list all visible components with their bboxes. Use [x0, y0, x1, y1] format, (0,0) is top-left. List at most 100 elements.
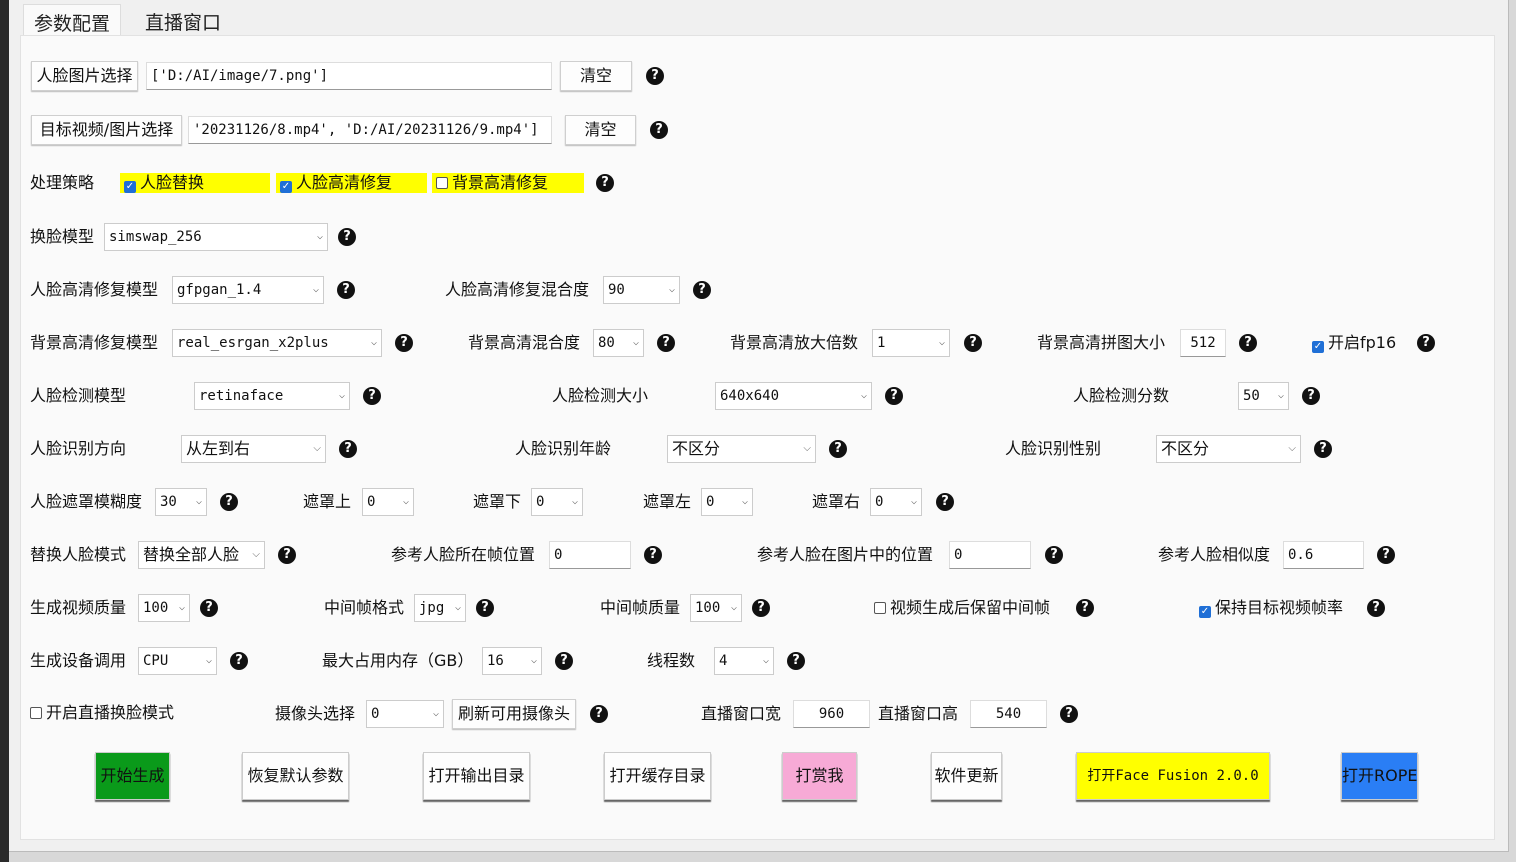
- recog-dir-select[interactable]: 从左到右 ⌵: [181, 435, 326, 463]
- help-icon[interactable]: ?: [363, 387, 381, 405]
- chevron-down-icon: ⌵: [1277, 390, 1284, 401]
- threads-select[interactable]: 4 ⌵: [714, 647, 774, 675]
- help-icon[interactable]: ?: [936, 493, 954, 511]
- help-icon[interactable]: ?: [278, 546, 296, 564]
- face-image-clear-button[interactable]: 清空: [560, 61, 632, 91]
- help-icon[interactable]: ?: [220, 493, 238, 511]
- help-icon[interactable]: ?: [230, 652, 248, 670]
- frame-quality-select[interactable]: 100 ⌵: [690, 594, 742, 622]
- chevron-down-icon: ⌵: [668, 284, 675, 295]
- bg-enhance-model-select[interactable]: real_esrgan_x2plus ⌵: [172, 329, 382, 357]
- help-icon[interactable]: ?: [596, 174, 614, 192]
- video-quality-select[interactable]: 100 ⌵: [138, 594, 190, 622]
- help-icon[interactable]: ?: [657, 334, 675, 352]
- software-update-button[interactable]: 软件更新: [931, 752, 1002, 800]
- background-window-edge: [0, 0, 9, 862]
- mask-bottom-select[interactable]: 0 ⌵: [531, 488, 583, 516]
- bg-enhance-checkbox[interactable]: 背景高清修复: [432, 173, 584, 193]
- select-value: 0: [536, 494, 545, 510]
- target-input[interactable]: '20231126/8.mp4', 'D:/AI/20231126/9.mp4'…: [188, 116, 552, 144]
- detect-size-select[interactable]: 640x640 ⌵: [715, 382, 872, 410]
- start-generate-button[interactable]: 开始生成: [95, 752, 170, 800]
- ref-frame-input[interactable]: 0: [549, 541, 631, 569]
- face-enhance-checkbox[interactable]: ✓ 人脸高清修复: [276, 173, 427, 193]
- live-width-input[interactable]: 960: [793, 700, 870, 728]
- target-clear-button[interactable]: 清空: [565, 115, 636, 145]
- bg-tile-label: 背景高清拼图大小: [1037, 333, 1166, 352]
- mask-top-select[interactable]: 0 ⌵: [362, 488, 414, 516]
- help-icon[interactable]: ?: [644, 546, 662, 564]
- keep-frames-checkbox[interactable]: 视频生成后保留中间帧: [870, 598, 1050, 618]
- help-icon[interactable]: ?: [1076, 599, 1094, 617]
- live-mode-checkbox[interactable]: 开启直播换脸模式: [26, 703, 174, 723]
- live-height-input[interactable]: 540: [970, 700, 1047, 728]
- device-select[interactable]: CPU ⌵: [138, 647, 217, 675]
- help-icon[interactable]: ?: [590, 705, 608, 723]
- recog-age-select[interactable]: 不区分 ⌵: [667, 435, 816, 463]
- help-icon[interactable]: ?: [787, 652, 805, 670]
- ref-mode-select[interactable]: 替换全部人脸 ⌵: [138, 541, 265, 569]
- face-swap-checkbox[interactable]: ✓ 人脸替换: [120, 173, 270, 193]
- open-face-fusion-button[interactable]: 打开Face Fusion 2.0.0: [1076, 752, 1270, 800]
- help-icon[interactable]: ?: [337, 281, 355, 299]
- help-icon[interactable]: ?: [1239, 334, 1257, 352]
- donate-button[interactable]: 打赏我: [782, 752, 857, 800]
- help-icon[interactable]: ?: [1417, 334, 1435, 352]
- recog-dir-label: 人脸识别方向: [30, 439, 127, 458]
- help-icon[interactable]: ?: [200, 599, 218, 617]
- help-icon[interactable]: ?: [964, 334, 982, 352]
- recog-gender-label: 人脸识别性别: [1005, 439, 1102, 458]
- camera-select[interactable]: 0 ⌵: [366, 700, 444, 728]
- tab-live-window[interactable]: 直播窗口: [135, 4, 231, 36]
- help-icon[interactable]: ?: [395, 334, 413, 352]
- help-icon[interactable]: ?: [829, 440, 847, 458]
- help-icon[interactable]: ?: [1314, 440, 1332, 458]
- help-icon[interactable]: ?: [339, 440, 357, 458]
- help-icon[interactable]: ?: [1377, 546, 1395, 564]
- bg-scale-select[interactable]: 1 ⌵: [872, 329, 950, 357]
- face-image-input[interactable]: ['D:/AI/image/7.png']: [146, 62, 552, 90]
- help-icon[interactable]: ?: [885, 387, 903, 405]
- recog-gender-select[interactable]: 不区分 ⌵: [1156, 435, 1301, 463]
- keep-fps-checkbox[interactable]: ✓ 保持目标视频帧率: [1195, 598, 1343, 618]
- ref-sim-input[interactable]: 0.6: [1283, 541, 1364, 569]
- face-enhance-blend-select[interactable]: 90 ⌵: [603, 276, 680, 304]
- help-icon[interactable]: ?: [752, 599, 770, 617]
- help-icon[interactable]: ?: [1302, 387, 1320, 405]
- help-icon[interactable]: ?: [1060, 705, 1078, 723]
- face-image-select-button[interactable]: 人脸图片选择: [31, 61, 138, 91]
- frame-format-select[interactable]: jpg ⌵: [414, 594, 466, 622]
- select-value: 从左到右: [186, 439, 251, 458]
- fp16-checkbox[interactable]: ✓ 开启fp16: [1308, 333, 1396, 353]
- mask-blur-select[interactable]: 30 ⌵: [155, 488, 207, 516]
- help-icon[interactable]: ?: [555, 652, 573, 670]
- swap-model-select[interactable]: simswap_256 ⌵: [104, 223, 328, 251]
- help-icon[interactable]: ?: [650, 121, 668, 139]
- open-output-dir-button[interactable]: 打开输出目录: [423, 752, 530, 800]
- face-enhance-model-select[interactable]: gfpgan_1.4 ⌵: [172, 276, 324, 304]
- ref-pos-input[interactable]: 0: [949, 541, 1031, 569]
- mask-right-label: 遮罩右: [812, 492, 861, 511]
- help-icon[interactable]: ?: [646, 67, 664, 85]
- help-icon[interactable]: ?: [476, 599, 494, 617]
- help-icon[interactable]: ?: [1045, 546, 1063, 564]
- select-value: 100: [695, 600, 721, 616]
- max-memory-select[interactable]: 16 ⌵: [482, 647, 542, 675]
- help-icon[interactable]: ?: [338, 228, 356, 246]
- detect-score-select[interactable]: 50 ⌵: [1238, 382, 1289, 410]
- open-rope-button[interactable]: 打开ROPE: [1341, 752, 1418, 800]
- target-select-button[interactable]: 目标视频/图片选择: [31, 115, 182, 145]
- mask-right-select[interactable]: 0 ⌵: [870, 488, 922, 516]
- detect-model-select[interactable]: retinaface ⌵: [194, 382, 350, 410]
- mask-top-label: 遮罩上: [303, 492, 352, 511]
- refresh-camera-button[interactable]: 刷新可用摄像头: [452, 699, 576, 729]
- checkbox-checked-icon: ✓: [124, 181, 136, 193]
- mask-left-select[interactable]: 0 ⌵: [701, 488, 753, 516]
- help-icon[interactable]: ?: [1367, 599, 1385, 617]
- tab-params[interactable]: 参数配置: [23, 4, 122, 36]
- help-icon[interactable]: ?: [693, 281, 711, 299]
- bg-blend-select[interactable]: 80 ⌵: [593, 329, 644, 357]
- open-cache-dir-button[interactable]: 打开缓存目录: [604, 752, 711, 800]
- restore-defaults-button[interactable]: 恢复默认参数: [242, 752, 349, 800]
- bg-tile-input[interactable]: 512: [1180, 329, 1226, 357]
